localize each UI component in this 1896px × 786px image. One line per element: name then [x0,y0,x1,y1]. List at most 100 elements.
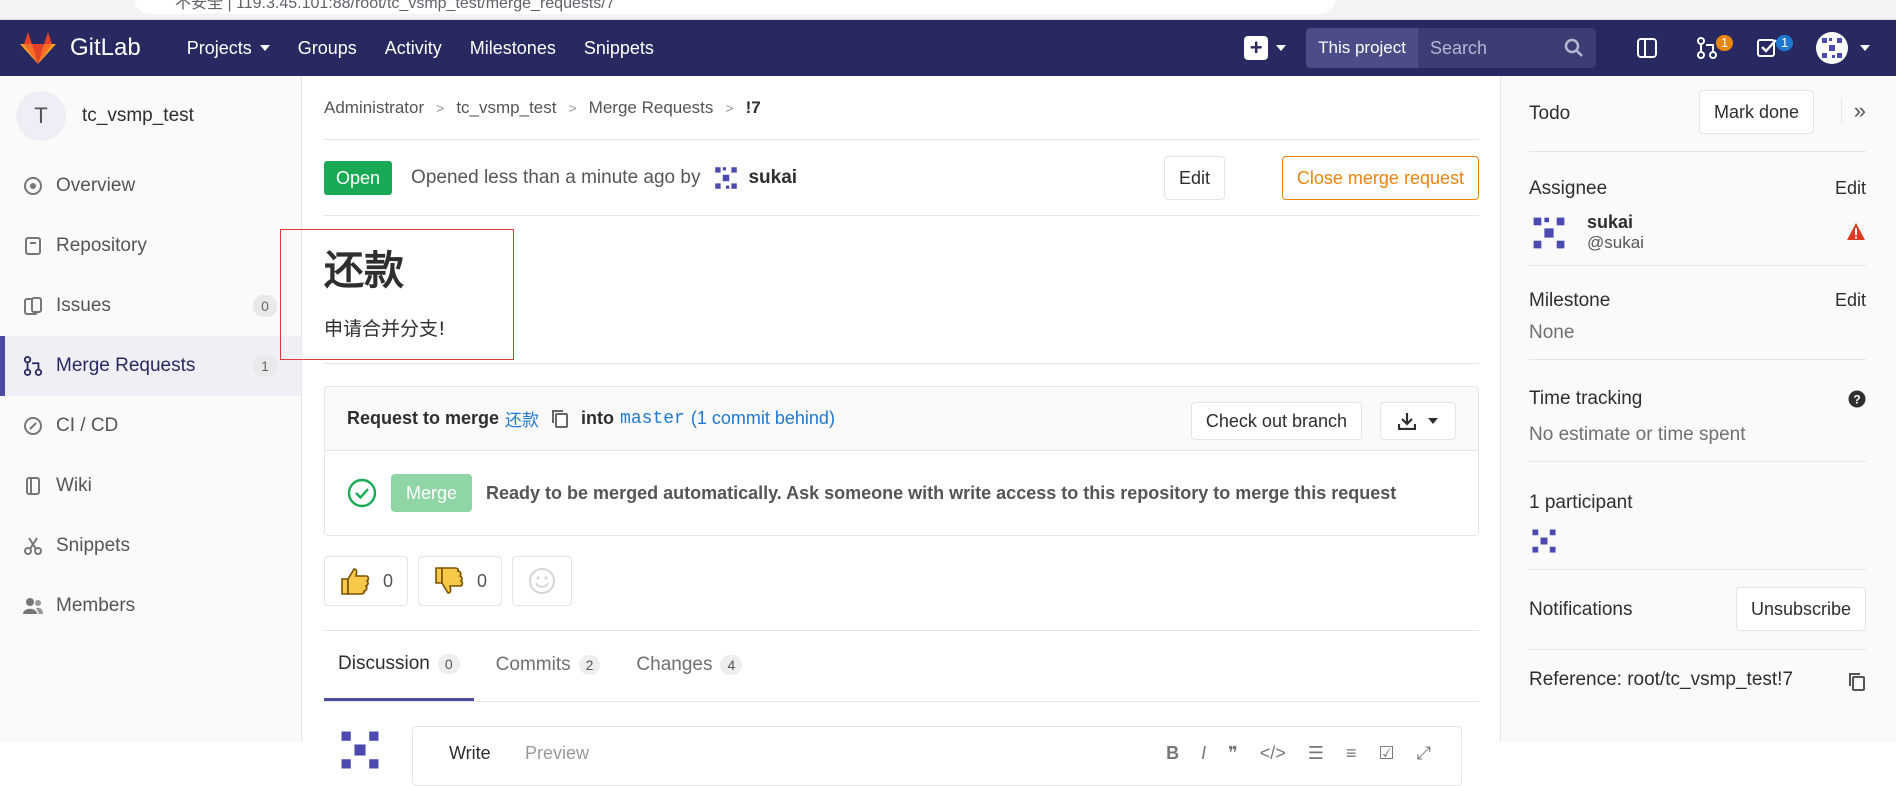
sidebar-item-ci-cd[interactable]: CI / CD [0,396,301,456]
merge-widget-body: Merge Ready to be merged automatically. … [325,451,1478,535]
close-merge-request-button[interactable]: Close merge request [1281,156,1479,200]
nav-groups[interactable]: Groups [298,38,357,59]
nav-projects[interactable]: Projects [187,38,270,59]
project-header[interactable]: T tc_vsmp_test [0,76,301,156]
milestone-value: None [1529,322,1575,343]
todos-button[interactable]: 1 [1756,35,1794,59]
copy-icon[interactable] [1848,672,1866,692]
users-icon [22,595,44,617]
tab-commits[interactable]: Commits 2 [482,629,615,701]
sidebar-item-snippets[interactable]: Snippets [0,516,301,576]
project-name: tc_vsmp_test [82,105,194,126]
search-icon[interactable] [1564,38,1584,58]
right-sidebar: Todo Mark done » Assignee Edit sukai @su… [1500,76,1896,742]
mark-done-button[interactable]: Mark done [1698,90,1814,134]
milestone-edit-link[interactable]: Edit [1835,290,1866,311]
italic-icon[interactable]: I [1201,743,1206,764]
collapse-sidebar-icon[interactable]: » [1840,98,1866,124]
participants-label: 1 participant [1529,492,1633,513]
code-icon[interactable]: </> [1260,743,1286,764]
bold-icon[interactable]: B [1166,743,1179,764]
sidebar-item-label: CI / CD [56,415,119,436]
thumbsdown-icon [435,567,464,594]
sidebar-item-label: Overview [56,175,136,196]
author-name: sukai [748,166,798,188]
source-branch-link[interactable]: 还款 [505,406,539,431]
time-tracking-section: Time tracking ? No estimate or time spen… [1529,360,1866,462]
user-menu-button[interactable] [1816,32,1870,64]
sidebar-toggle-button[interactable] [1636,37,1658,59]
highlight-annotation-box [280,229,514,360]
ready-to-merge-text: Ready to be merged automatically. Ask so… [486,482,1397,503]
breadcrumb-current[interactable]: !7 [746,98,761,118]
sidebar-item-members[interactable]: Members [0,576,301,636]
add-reaction-button[interactable] [512,556,573,606]
unsubscribe-button[interactable]: Unsubscribe [1735,587,1866,631]
nav-milestones[interactable]: Milestones [470,38,556,59]
bullet-list-icon[interactable]: ☰ [1308,743,1324,764]
project-avatar: T [16,91,66,141]
sidebar-item-label: Repository [56,235,147,256]
download-dropdown-button[interactable] [1380,402,1456,440]
preview-tab[interactable]: Preview [525,743,589,764]
chevron-down-icon [259,45,270,51]
edit-button[interactable]: Edit [1163,156,1225,200]
issues-count: 0 [253,295,277,317]
scissors-icon [22,535,44,557]
new-dropdown-button[interactable]: + [1244,36,1287,60]
download-icon [1398,413,1416,430]
task-list-icon[interactable]: ☑ [1378,743,1394,764]
help-icon[interactable]: ? [1848,390,1866,408]
fullscreen-icon[interactable]: ⤢ [1417,743,1431,764]
gitlab-logo[interactable]: GitLab [20,32,141,64]
chevron-down-icon [1428,418,1438,424]
write-tab[interactable]: Write [449,743,491,764]
breadcrumb-project[interactable]: tc_vsmp_test [456,98,556,118]
assignee-user[interactable]: sukai @sukai [1529,212,1866,253]
quote-icon[interactable]: ❞ [1228,743,1238,764]
tab-changes[interactable]: Changes 4 [622,629,756,701]
sidebar-item-overview[interactable]: Overview [0,156,301,216]
breadcrumb-merge-requests[interactable]: Merge Requests [589,98,714,118]
merge-requests-button[interactable]: 1 [1696,35,1734,59]
commits-behind-link[interactable]: 1 commit behind [697,408,829,429]
reference-text: Reference: root/tc_vsmp_test!7 [1529,669,1794,690]
assignee-section: Assignee Edit sukai @sukai [1529,152,1866,266]
merge-request-tabs: Discussion 0 Commits 2 Changes 4 [324,630,1479,702]
merge-button[interactable]: Merge [391,474,473,512]
sidebar-item-repository[interactable]: Repository [0,216,301,276]
merge-requests-count: 1 [253,355,277,377]
book-icon [22,475,44,497]
sidebar-item-label: Snippets [56,535,130,556]
address-bar[interactable]: 不安全 | 119.3.45.101:88/root/tc_vsmp_test/… [135,0,1335,14]
merge-widget-header: Request to merge 还款 into master (1 commi… [325,387,1478,451]
avatar[interactable] [1529,526,1559,556]
comment-editor[interactable]: Write Preview B I ❞ </> ☰ ≡ ☑ ⤢ [412,726,1462,786]
breadcrumb-administrator[interactable]: Administrator [324,98,424,118]
thumbsup-award-button[interactable]: 0 [324,556,409,606]
browser-toolbar: 不安全 | 119.3.45.101:88/root/tc_vsmp_test/… [0,0,1896,20]
sidebar-item-issues[interactable]: Issues 0 [0,276,301,336]
search-scope[interactable]: This project [1306,28,1418,68]
chevron-right-icon: > [436,99,445,116]
sidebar-item-label: Wiki [56,475,92,496]
check-out-branch-button[interactable]: Check out branch [1190,402,1362,440]
chevron-right-icon: > [568,99,577,116]
thumbsdown-award-button[interactable]: 0 [418,556,503,606]
search-input[interactable] [1418,28,1558,68]
numbered-list-icon[interactable]: ≡ [1346,743,1357,764]
sidebar-item-merge-requests[interactable]: Merge Requests 1 [0,336,301,396]
gitlab-tanuki-icon [20,32,56,64]
success-check-icon [347,478,377,508]
todo-section: Todo Mark done » [1529,76,1866,152]
author-link[interactable]: sukai [712,164,797,192]
merge-request-icon [22,355,44,377]
copy-icon[interactable] [551,409,569,429]
sidebar-item-wiki[interactable]: Wiki [0,456,301,516]
assignee-edit-link[interactable]: Edit [1835,178,1866,199]
todo-label: Todo [1529,102,1571,124]
nav-activity[interactable]: Activity [385,38,442,59]
nav-snippets[interactable]: Snippets [584,38,654,59]
tab-discussion[interactable]: Discussion 0 [324,629,474,701]
target-branch-link[interactable]: master [620,409,685,429]
